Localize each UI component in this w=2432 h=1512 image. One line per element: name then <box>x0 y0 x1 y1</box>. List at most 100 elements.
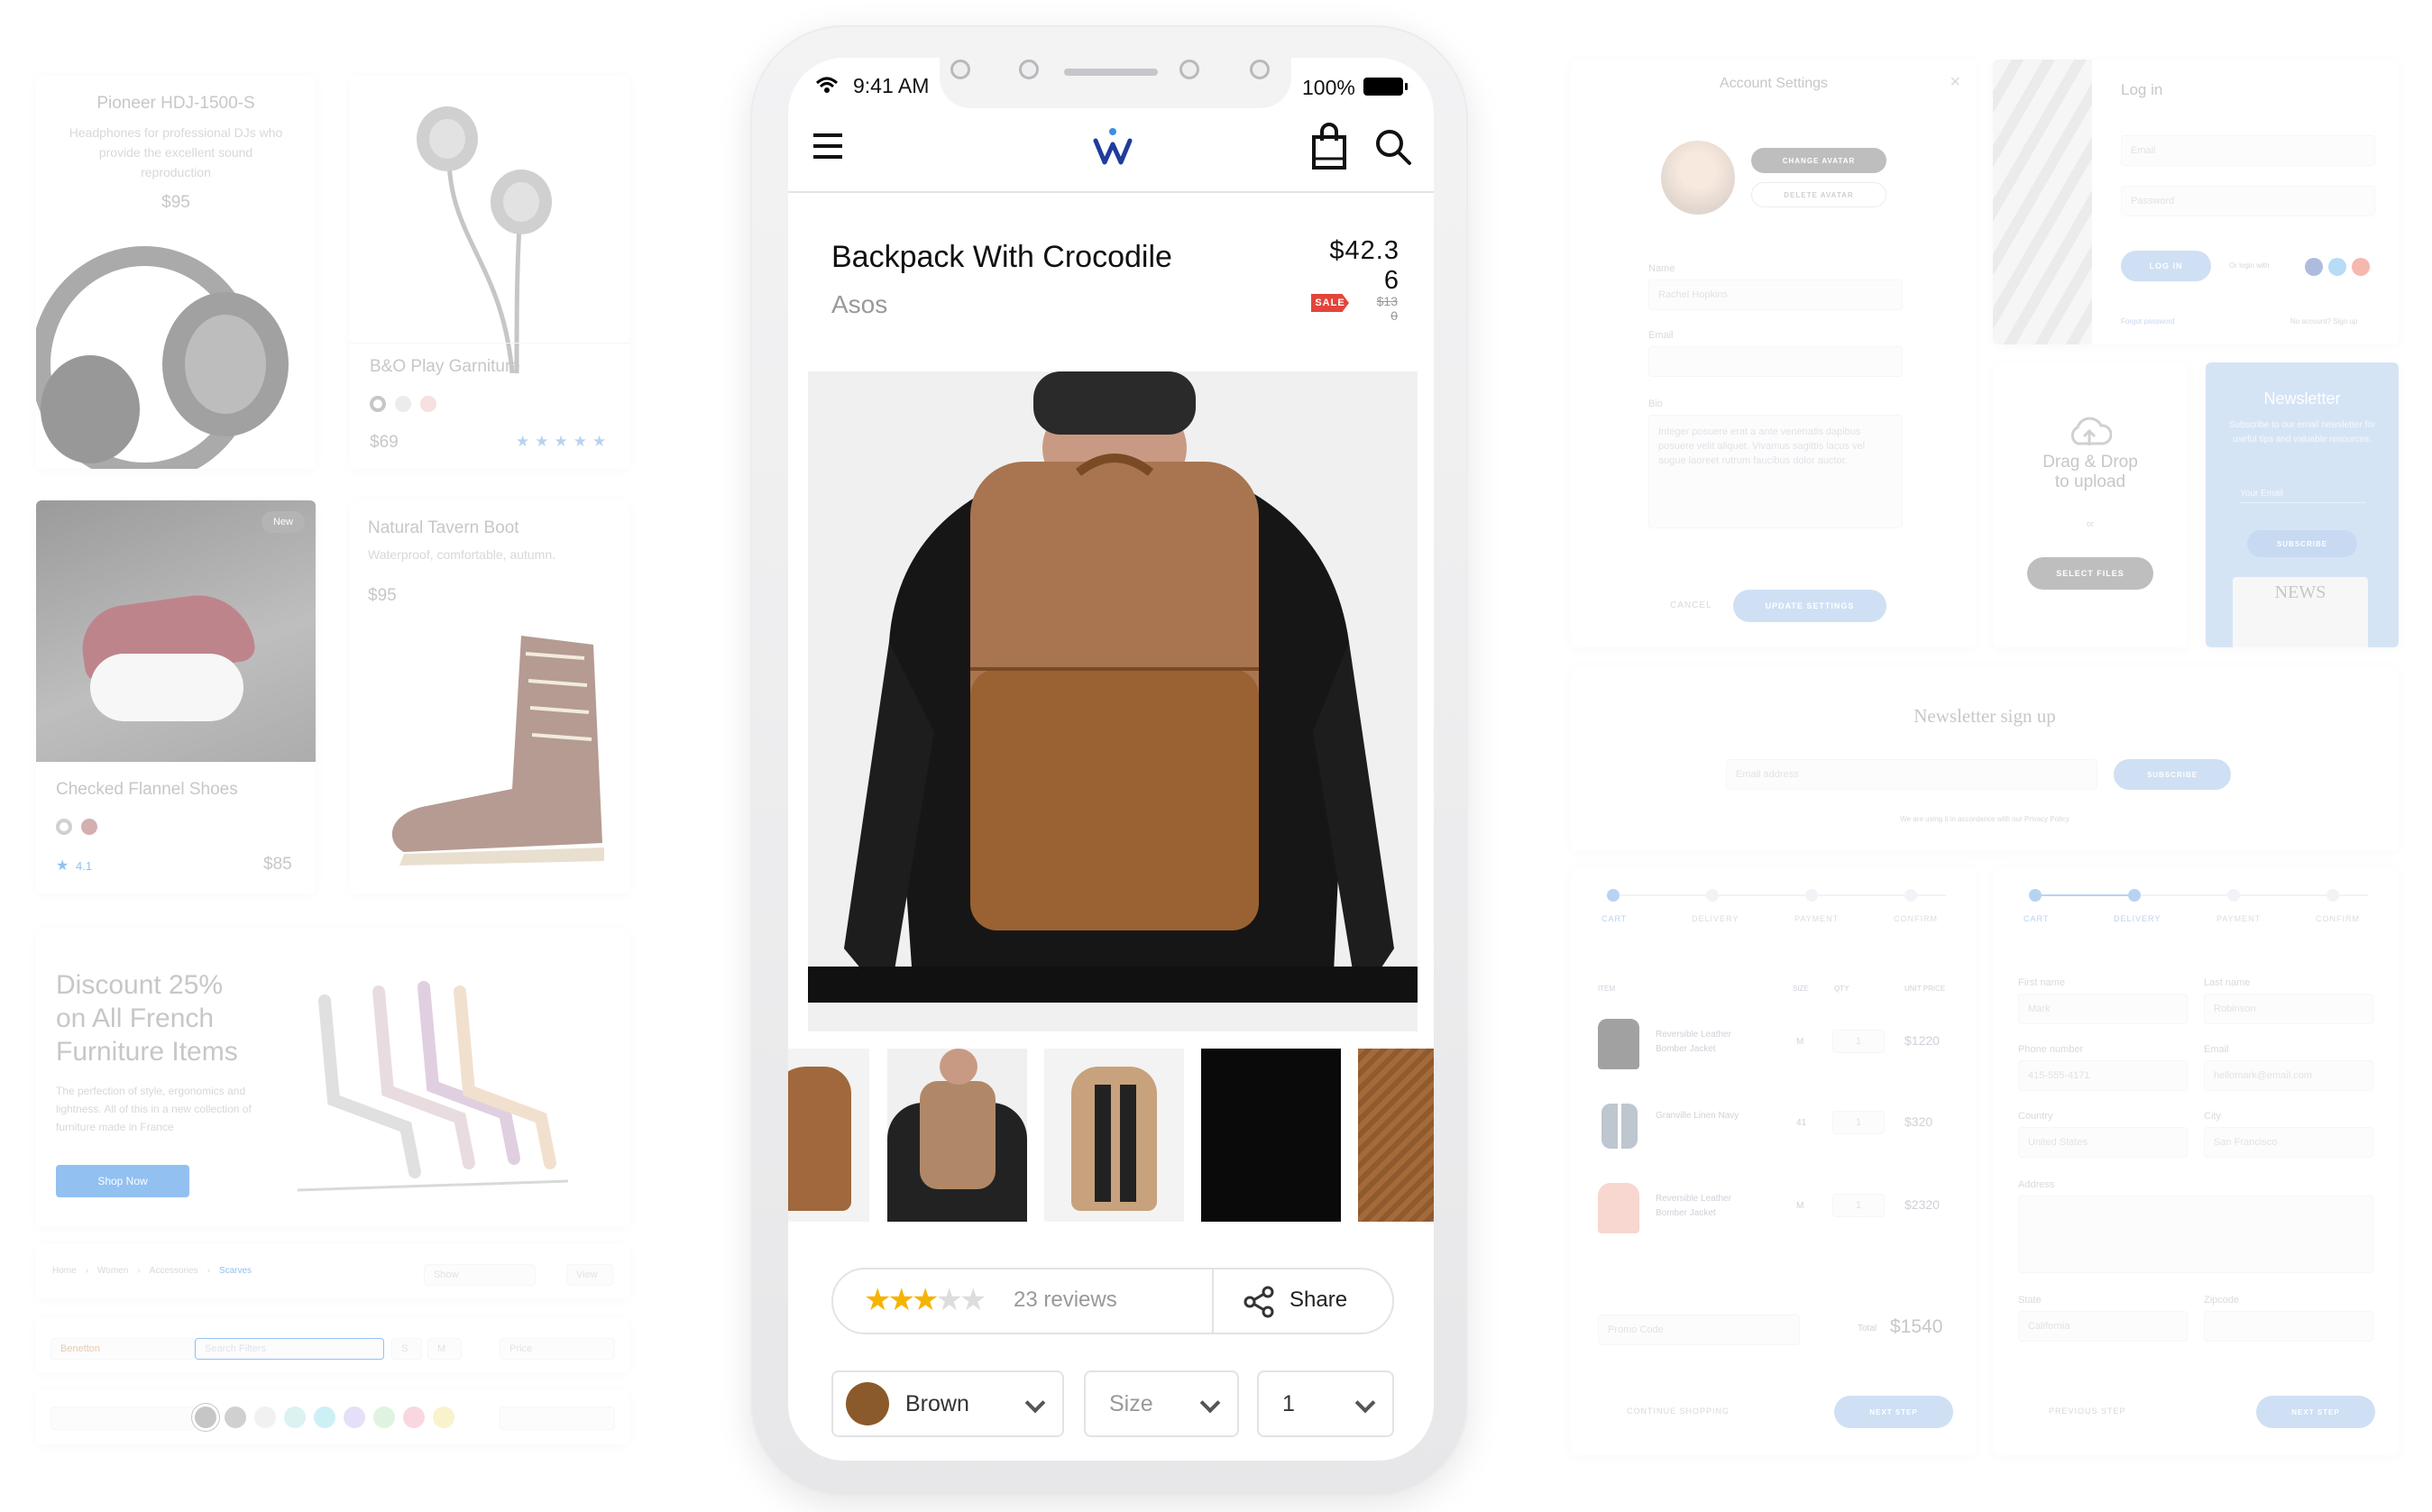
size-option[interactable]: S <box>391 1338 422 1360</box>
color-select[interactable]: Brown <box>831 1370 1064 1437</box>
promo-code-input[interactable]: Promo Code <box>1598 1315 1800 1345</box>
quantity-stepper[interactable]: 1 <box>1832 1030 1885 1053</box>
breadcrumb-item[interactable]: Women <box>97 1266 128 1276</box>
shop-now-button[interactable]: Shop Now <box>56 1165 189 1197</box>
color-option-light[interactable] <box>395 396 411 412</box>
search-icon[interactable] <box>1374 128 1412 166</box>
quantity-stepper[interactable]: 1 <box>1832 1111 1885 1134</box>
color-options[interactable] <box>56 819 97 835</box>
color-options[interactable] <box>370 396 436 412</box>
card-title: Checked Flannel Shoes <box>56 780 238 799</box>
search-filters-input[interactable]: Search Filters <box>195 1338 384 1360</box>
size-option[interactable]: M <box>427 1338 462 1360</box>
continue-shopping-button[interactable]: CONTINUE SHOPPING <box>1627 1407 1730 1416</box>
brand-select[interactable]: Benetton <box>50 1338 195 1360</box>
brand-logo-icon[interactable] <box>1093 126 1133 168</box>
address-field[interactable] <box>2018 1196 2373 1273</box>
forgot-password-link[interactable]: Forgot password <box>2121 317 2175 325</box>
bio-field[interactable]: Integer posuere erat a ante venenatis da… <box>1648 415 1903 528</box>
swatch-green[interactable] <box>373 1407 395 1428</box>
promo-banner-furniture[interactable]: Discount 25% on All French Furniture Ite… <box>36 929 629 1226</box>
step-indicator <box>1904 889 1917 902</box>
column-header: SIZE <box>1793 985 1809 993</box>
state-field[interactable]: California <box>2018 1311 2188 1342</box>
card-price: $95 <box>161 193 190 212</box>
breadcrumb-item[interactable]: Scarves <box>219 1266 252 1276</box>
shopping-bag-icon[interactable] <box>1311 123 1347 170</box>
name-field[interactable]: Rachel Hopkins <box>1648 279 1903 310</box>
next-step-button[interactable]: NEXT STEP <box>2256 1396 2375 1428</box>
show-select[interactable]: Show <box>424 1264 536 1286</box>
swatch-pink[interactable] <box>403 1407 425 1428</box>
country-select[interactable]: United States <box>2018 1127 2188 1158</box>
color-option-red[interactable] <box>81 819 97 835</box>
twitter-icon[interactable] <box>2328 258 2346 276</box>
swatch-mint[interactable] <box>284 1407 306 1428</box>
price-select[interactable]: Price <box>500 1338 615 1360</box>
color-option-white[interactable] <box>56 819 72 835</box>
quantity-select[interactable]: 1 <box>1257 1370 1394 1437</box>
thumbnail-5[interactable] <box>1358 1049 1434 1222</box>
view-toggle[interactable]: View <box>566 1264 613 1286</box>
quantity-stepper[interactable]: 1 <box>1832 1194 1885 1217</box>
product-card-earphones[interactable]: B&O Play Garniture $69 ★★★★★ <box>350 76 629 469</box>
login-email-input[interactable]: Email <box>2121 135 2375 166</box>
thumbnail-4[interactable] <box>1201 1049 1341 1222</box>
swatch-light[interactable] <box>254 1407 276 1428</box>
signup-link[interactable]: No account? Sign up <box>2290 317 2357 325</box>
product-card-headphones[interactable]: Pioneer HDJ-1500-S Headphones for profes… <box>36 76 316 469</box>
last-name-field[interactable]: Robinson <box>2204 994 2373 1024</box>
swatch-cyan[interactable] <box>314 1407 335 1428</box>
email-field[interactable]: hellomark@email.com <box>2204 1060 2373 1091</box>
swatch-grey[interactable] <box>195 1407 216 1428</box>
sensor-icon <box>1019 60 1039 79</box>
delete-avatar-button[interactable]: DELETE AVATAR <box>1751 182 1886 207</box>
hamburger-menu-icon[interactable] <box>813 133 842 159</box>
breadcrumb-item[interactable]: Accessories <box>150 1266 198 1276</box>
login-password-input[interactable]: Password <box>2121 186 2375 216</box>
star-filled-icon: ★ <box>911 1283 940 1317</box>
signup-email-input[interactable]: Email address <box>1726 759 2097 790</box>
color-option-pink[interactable] <box>420 396 436 412</box>
cancel-button[interactable]: CANCEL <box>1670 600 1712 610</box>
google-icon[interactable] <box>2352 258 2370 276</box>
sort-select[interactable] <box>50 1407 195 1430</box>
breadcrumb-item[interactable]: Home <box>52 1266 77 1276</box>
newsletter-email-input[interactable]: Your Email <box>2240 489 2366 503</box>
product-card-boot[interactable]: Natural Tavern Boot Waterproof, comforta… <box>350 500 629 893</box>
change-avatar-button[interactable]: CHANGE AVATAR <box>1751 148 1886 173</box>
price-select[interactable] <box>500 1407 615 1430</box>
close-icon[interactable]: × <box>1950 72 1960 93</box>
thumbnail-1[interactable] <box>788 1049 869 1222</box>
product-card-shoes[interactable]: New Checked Flannel Shoes ★ 4.1 $85 <box>36 500 316 893</box>
swatch-silver[interactable] <box>225 1407 246 1428</box>
swatch-yellow[interactable] <box>433 1407 454 1428</box>
newsletter-subscribe-button[interactable]: SUBSCRIBE <box>2247 530 2357 557</box>
login-button[interactable]: LOG IN <box>2121 251 2211 281</box>
thumbnail-2[interactable] <box>887 1049 1027 1222</box>
next-step-button[interactable]: NEXT STEP <box>1834 1396 1953 1428</box>
previous-step-button[interactable]: PREVIOUS STEP <box>2049 1407 2126 1416</box>
share-button[interactable]: Share <box>1289 1287 1347 1313</box>
email-field[interactable] <box>1648 346 1903 377</box>
swatch-lilac[interactable] <box>344 1407 365 1428</box>
facebook-icon[interactable] <box>2305 258 2323 276</box>
city-select[interactable]: San Francisco <box>2204 1127 2373 1158</box>
zip-field[interactable] <box>2204 1311 2373 1342</box>
share-icon[interactable] <box>1243 1286 1275 1318</box>
star-rating[interactable]: ★★★★★ <box>864 1282 987 1318</box>
reviews-count[interactable]: 23 reviews <box>1014 1287 1117 1313</box>
chevron-down-icon <box>1024 1392 1046 1414</box>
size-select[interactable]: Size <box>1084 1370 1239 1437</box>
first-name-field[interactable]: Mark <box>2018 994 2188 1024</box>
cart-steps <box>1612 894 1946 896</box>
thumbnail-3[interactable] <box>1044 1049 1184 1222</box>
signup-subscribe-button[interactable]: SUBSCRIBE <box>2114 759 2231 790</box>
phone-field[interactable]: 415-555-4171 <box>2018 1060 2188 1091</box>
product-main-image[interactable] <box>808 371 1418 1031</box>
color-swatches[interactable] <box>195 1407 454 1428</box>
update-settings-button[interactable]: UPDATE SETTINGS <box>1733 590 1886 622</box>
color-option-grey[interactable] <box>370 396 386 412</box>
select-files-button[interactable]: SELECT FILES <box>2027 557 2153 590</box>
star-filled-icon: ★ <box>864 1283 892 1317</box>
